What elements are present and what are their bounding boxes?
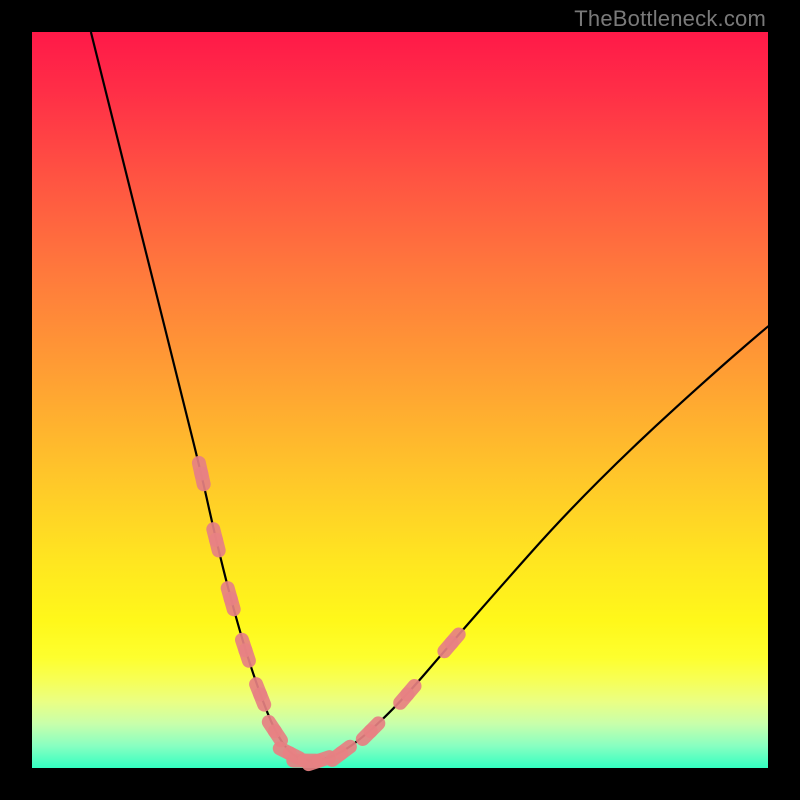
watermark-text: TheBottleneck.com	[574, 6, 766, 32]
marker-dot	[268, 724, 282, 738]
marker-dot	[209, 533, 223, 547]
marker-dot	[238, 643, 252, 657]
marker-dot	[400, 687, 414, 701]
marker-dot	[253, 687, 267, 701]
highlighted-points	[194, 463, 458, 768]
chart-frame: TheBottleneck.com	[0, 0, 800, 800]
marker-dot	[224, 592, 238, 606]
plot-area	[32, 32, 768, 768]
curve-svg	[32, 32, 768, 768]
marker-dot	[312, 754, 326, 768]
marker-dot	[334, 746, 348, 760]
marker-dot	[194, 467, 208, 481]
bottleneck-curve	[91, 32, 768, 761]
marker-dot	[364, 724, 378, 738]
marker-dot	[445, 636, 459, 650]
